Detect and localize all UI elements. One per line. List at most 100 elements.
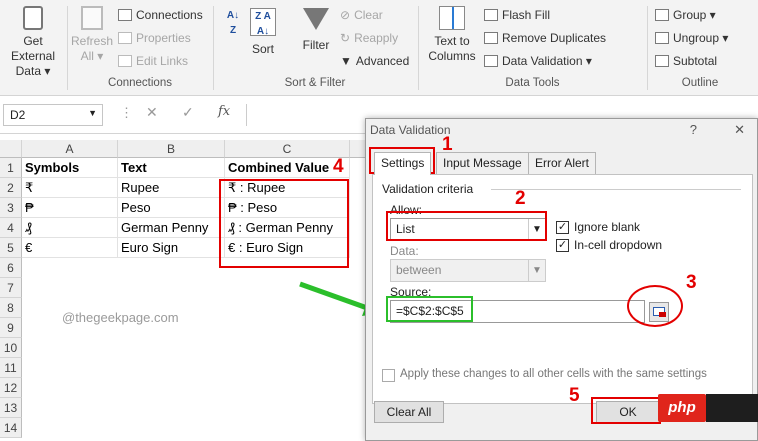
connections-button[interactable]: Connections [118,7,203,23]
validation-criteria-heading: Validation criteria [382,182,474,196]
filter-button[interactable]: Filter [296,6,336,53]
php-logo: php [658,394,706,422]
annotation-number-1: 1 [442,134,453,155]
row-header[interactable]: 12 [0,378,22,398]
ignore-blank-label: Ignore blank [574,220,641,234]
cancel-icon[interactable]: ✕ [146,104,158,121]
highlight-combined-values [219,179,349,268]
annotation-number-4: 4 [333,156,344,177]
flash-fill-button[interactable]: Flash Fill [484,7,550,23]
advanced-button[interactable]: ▼ Advanced [340,53,409,69]
insert-function-icon[interactable]: fx [218,104,230,119]
group-button[interactable]: Group ▾ [655,7,716,23]
connections-label: Connections [136,8,203,22]
select-all-corner[interactable] [0,140,22,158]
highlight-ok-button [591,397,661,424]
formula-input[interactable] [246,104,366,126]
tab-settings[interactable]: Settings [374,152,432,175]
sort-az-icon[interactable]: A↓ Z [220,8,246,38]
connections-icon [118,9,132,21]
clear-all-button[interactable]: Clear All [374,401,444,423]
row-header[interactable]: 13 [0,398,22,418]
properties-button[interactable]: Properties [118,30,191,46]
data-select[interactable]: between ▼ [390,259,546,282]
row-header[interactable]: 5 [0,238,22,258]
clear-filter-icon: ⊘ [340,8,351,22]
filter-label: Filter [302,38,330,52]
row-header[interactable]: 6 [0,258,22,278]
table-cell[interactable]: ₹ [22,178,118,198]
flash-fill-label: Flash Fill [502,8,551,22]
close-button[interactable]: ✕ [734,122,745,138]
row-header[interactable]: 7 [0,278,22,298]
row-header[interactable]: 3 [0,198,22,218]
refresh-all-label: Refresh All ▾ [70,34,114,63]
in-cell-dropdown-label: In-cell dropdown [574,238,663,252]
divider [491,189,741,190]
ignore-blank-checkbox[interactable]: ✓ [556,221,569,234]
row-header[interactable]: 2 [0,178,22,198]
refresh-all-button[interactable]: Refresh All ▾ [70,6,114,64]
refresh-icon [81,6,103,30]
row-header[interactable]: 1 [0,158,22,178]
table-cell[interactable]: ₱ [22,198,118,218]
remove-duplicates-button[interactable]: Remove Duplicates [484,30,606,46]
enter-icon[interactable]: ✓ [182,104,194,121]
row-header[interactable]: 14 [0,418,22,438]
chevron-down-icon: ▼ [88,108,97,118]
column-header-a[interactable]: A [22,140,118,158]
reapply-icon: ↻ [340,31,351,45]
watermark-text: @thegeekpage.com [62,310,179,325]
data-validation-icon [484,55,498,67]
group-label-data-tools: Data Tools [505,77,560,89]
ungroup-icon [655,32,669,44]
database-icon [23,6,43,30]
table-cell[interactable]: Peso [118,198,225,218]
text-columns-icon [439,6,465,30]
data-validation-button[interactable]: Data Validation ▾ [484,53,592,69]
sort-button[interactable]: Sort [246,42,280,57]
row-header[interactable]: 9 [0,318,22,338]
table-cell[interactable]: € [22,238,118,258]
in-cell-dropdown-checkbox[interactable]: ✓ [556,239,569,252]
tab-error-alert[interactable]: Error Alert [528,152,597,174]
column-header-b[interactable]: B [118,140,225,158]
get-external-data-label: Get External Data ▾ [10,34,56,78]
data-label: Data: [390,244,419,258]
data-value: between [396,263,442,277]
reapply-button[interactable]: ↻ Reapply [340,30,398,46]
text-to-columns-button[interactable]: Text to Columns [424,6,480,64]
column-header-c[interactable]: C [225,140,350,158]
divider [213,6,214,90]
name-box[interactable]: D2 ▼ [3,104,103,126]
clear-button[interactable]: ⊘ Clear [340,7,383,23]
ungroup-label: Ungroup ▾ [673,31,729,45]
apply-all-checkbox[interactable] [382,369,395,382]
table-cell[interactable]: Euro Sign [118,238,225,258]
text-to-columns-label: Text to Columns [428,34,476,63]
table-cell[interactable]: Rupee [118,178,225,198]
row-header[interactable]: 8 [0,298,22,318]
sort-dialog-icon: Z A A↓ [250,8,276,37]
more-icon: ⋮ [120,105,133,120]
ungroup-button[interactable]: Ungroup ▾ [655,30,728,46]
row-header[interactable]: 11 [0,358,22,378]
table-header-cell[interactable]: Text [118,158,225,178]
dialog-title: Data Validation [370,123,451,137]
table-cell[interactable]: ₰ [22,218,118,238]
edit-links-label: Edit Links [136,54,189,68]
edit-links-button[interactable]: Edit Links [118,53,188,69]
advanced-filter-icon: ▼ [340,54,352,68]
subtotal-button[interactable]: Subtotal [655,53,717,69]
table-header-cell[interactable]: Symbols [22,158,118,178]
divider [67,6,68,90]
highlight-range-icon [627,285,683,327]
help-button[interactable]: ? [690,122,697,137]
flash-fill-icon [484,9,498,21]
get-external-data-button[interactable]: Get External Data ▾ [0,6,66,79]
table-cell[interactable]: German Penny [118,218,225,238]
row-header[interactable]: 4 [0,218,22,238]
name-box-value: D2 [10,108,26,122]
row-header[interactable]: 10 [0,338,22,358]
table-header-cell[interactable]: Combined Value [225,158,350,178]
